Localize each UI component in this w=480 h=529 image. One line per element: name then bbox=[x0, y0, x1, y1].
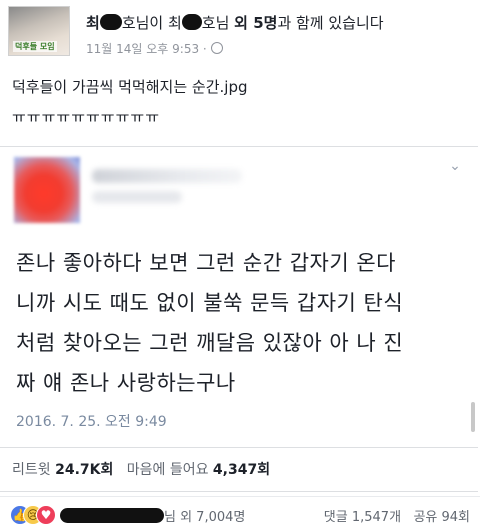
tweet-avatar-blurred bbox=[14, 157, 80, 223]
divider bbox=[0, 447, 478, 448]
comment-share-counts: 댓글 1,547개 공유 94회 bbox=[324, 506, 470, 525]
likes-label: 마음에 들어요 bbox=[126, 462, 209, 478]
tweet-handle-blurred bbox=[92, 191, 182, 203]
post-header: 덕후들 모임 최 호님이 최 호님 외 5명과 함께 있습니다 11월 14일 오후… bbox=[8, 6, 472, 56]
shares-count[interactable]: 공유 94회 bbox=[413, 510, 470, 525]
author-name-mid[interactable]: 호님이 최 bbox=[122, 14, 182, 32]
post-text-line2: ㅠㅠㅠㅠㅠㅠㅠㅠㅠㅠ bbox=[12, 108, 161, 126]
tweet-body-line: 처럼 찾아오는 그런 깨달음 있잖아 아 나 진 bbox=[16, 331, 404, 355]
tweet-date: 2016. 7. 25. 오전 9:49 bbox=[16, 414, 167, 430]
scrollbar[interactable] bbox=[470, 397, 476, 437]
reactions-bar: 👍 😢 ♥ 님 외 7,004명 댓글 1,547개 공유 94회 bbox=[0, 496, 480, 529]
comments-count[interactable]: 댓글 1,547개 bbox=[324, 510, 401, 525]
reaction-names-suffix[interactable]: 님 외 7,004명 bbox=[164, 510, 245, 525]
tweet-name-blurred bbox=[92, 169, 242, 183]
timestamp-text[interactable]: 11월 14일 오후 9:53 · bbox=[86, 42, 207, 56]
reaction-names[interactable]: 님 외 7,004명 bbox=[60, 506, 245, 525]
author-avatar[interactable]: 덕후들 모임 bbox=[8, 6, 70, 56]
retweets-label: 리트윗 bbox=[12, 462, 51, 478]
love-icon[interactable]: ♥ bbox=[36, 505, 56, 525]
post-timestamp[interactable]: 11월 14일 오후 9:53 · bbox=[86, 40, 223, 57]
tagged-others-link[interactable]: 외 5명 bbox=[234, 14, 277, 32]
likes-count: 4,347회 bbox=[212, 462, 271, 478]
avatar-caption: 덕후들 모임 bbox=[13, 41, 57, 52]
tweet-body: 존나 좋아하다 보면 그런 순간 갑자기 온다 니까 시도 때도 없이 불쑥 문… bbox=[16, 243, 462, 403]
post-author-line: 최 호님이 최 호님 외 5명과 함께 있습니다 bbox=[86, 12, 384, 33]
redaction-mark bbox=[99, 14, 122, 30]
tweet-body-line: 니까 시도 때도 없이 불쑥 문득 갑자기 탄식 bbox=[16, 291, 404, 315]
with-suffix: 과 함께 있습니다 bbox=[277, 14, 384, 32]
globe-icon bbox=[210, 42, 223, 54]
chevron-down-icon[interactable]: ⌄ bbox=[446, 157, 464, 175]
tagged-name[interactable]: 호님 bbox=[202, 14, 230, 32]
tweet-body-line: 짜 얘 존나 사랑하는구나 bbox=[16, 371, 236, 395]
retweets-count: 24.7K회 bbox=[55, 462, 114, 478]
tweet-body-line: 존나 좋아하다 보면 그런 순간 갑자기 온다 bbox=[16, 251, 396, 275]
redaction-mark bbox=[181, 14, 202, 30]
tweet-stats: 리트윗 24.7K회 마음에 들어요 4,347회 bbox=[12, 459, 270, 479]
embedded-tweet-card: ⌄ 존나 좋아하다 보면 그런 순간 갑자기 온다 니까 시도 때도 없이 불쑥… bbox=[0, 146, 478, 492]
redaction-mark bbox=[60, 508, 164, 523]
author-name-start[interactable]: 최 bbox=[86, 14, 100, 32]
scrollbar-thumb[interactable] bbox=[471, 402, 475, 432]
post-text-line1: 덕후들이 가끔씩 먹먹해지는 순간.jpg bbox=[12, 78, 248, 96]
